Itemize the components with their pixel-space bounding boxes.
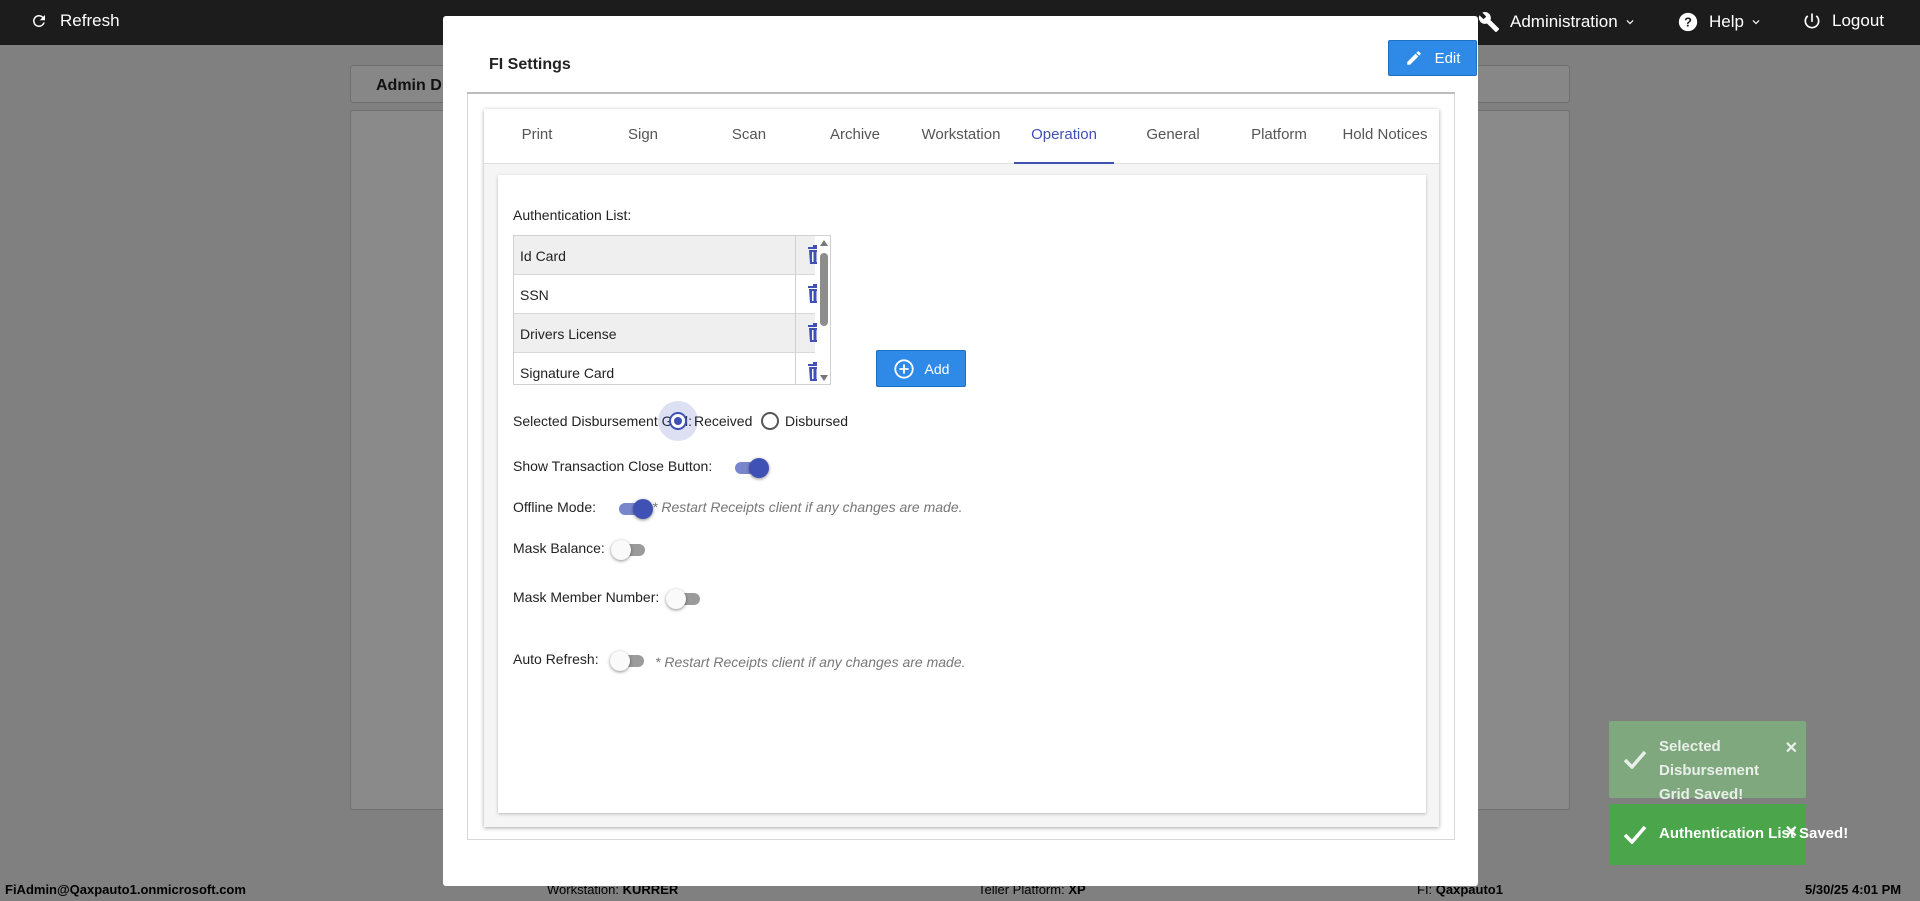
dialog-header: FI Settings Edit: [467, 40, 1477, 94]
tab-hold-notices[interactable]: Hold Notices: [1332, 109, 1438, 164]
tab-operation[interactable]: Operation: [1014, 109, 1114, 164]
chevron-down-icon: [1752, 20, 1760, 25]
toggle-knob: [749, 458, 769, 478]
mask-member-toggle[interactable]: [666, 587, 704, 609]
status-datetime: 5/30/25 4:01 PM: [1805, 882, 1902, 897]
power-icon: [1804, 13, 1820, 29]
svg-text:?: ?: [1684, 15, 1692, 30]
check-icon: [1623, 825, 1647, 844]
help-menu[interactable]: ? Help: [1677, 11, 1763, 33]
disbursement-saved-toast: Selected Disbursement Grid Saved! ✕: [1609, 721, 1806, 803]
help-label: Help: [1709, 12, 1744, 31]
close-button-label: Show Transaction Close Button:: [513, 458, 713, 474]
auth-item-name: Id Card: [520, 248, 566, 264]
settings-card: Print Sign Scan Archive Workstation Oper…: [484, 109, 1439, 827]
administration-label: Administration: [1510, 12, 1618, 31]
toggle-knob: [611, 540, 631, 560]
logout-button[interactable]: Logout: [1802, 11, 1884, 31]
tab-archive[interactable]: Archive: [802, 109, 908, 164]
list-item[interactable]: Drivers License: [514, 314, 822, 353]
refresh-label: Refresh: [60, 11, 120, 30]
close-icon[interactable]: ✕: [1785, 738, 1798, 758]
scrollbar-thumb[interactable]: [820, 253, 828, 326]
received-radio[interactable]: [669, 412, 687, 430]
disbursed-radio[interactable]: [761, 412, 779, 430]
scroll-down-arrow-icon[interactable]: [820, 375, 828, 381]
pencil-icon: [1406, 51, 1421, 65]
disbursed-label: Disbursed: [785, 413, 849, 429]
received-label: Received: [694, 413, 753, 429]
background-tab-label: Admin D: [376, 77, 442, 94]
add-label: Add: [924, 360, 950, 377]
edit-button[interactable]: Edit: [1388, 40, 1477, 76]
auth-list-saved-toast: Authentication List Saved! ✕: [1609, 804, 1849, 865]
list-item[interactable]: SSN: [514, 275, 822, 314]
auth-list-label: Authentication List:: [513, 207, 632, 223]
chevron-down-icon: [1626, 20, 1634, 25]
auth-item-name: Drivers License: [520, 326, 617, 342]
wrench-icon: [1478, 12, 1500, 33]
toggle-knob: [633, 499, 653, 519]
fi-settings-dialog: FI Settings Edit Print Sign Scan Archive…: [443, 16, 1478, 886]
mask-balance-toggle[interactable]: [611, 538, 649, 560]
add-button[interactable]: Add: [876, 350, 966, 387]
operation-tab-content: Authentication List: Id Card SSN Drivers…: [498, 175, 1426, 813]
auth-item-name: Signature Card: [520, 365, 615, 381]
scroll-up-arrow-icon[interactable]: [820, 240, 828, 246]
settings-panel: Print Sign Scan Archive Workstation Oper…: [467, 94, 1455, 840]
refresh-button[interactable]: Refresh: [30, 11, 120, 31]
authentication-list: Id Card SSN Drivers License Signature Ca…: [513, 235, 831, 385]
auto-refresh-label: Auto Refresh:: [513, 651, 599, 667]
close-button-toggle[interactable]: [733, 456, 771, 478]
offline-mode-label: Offline Mode:: [513, 499, 597, 515]
mask-member-label: Mask Member Number:: [513, 589, 660, 605]
dialog-title: FI Settings: [489, 56, 571, 73]
toggle-knob: [666, 589, 686, 609]
administration-menu[interactable]: Administration: [1478, 11, 1637, 33]
list-scrollbar[interactable]: [817, 236, 830, 384]
auth-item-name: SSN: [520, 287, 549, 303]
divider: [795, 236, 796, 275]
divider: [795, 314, 796, 353]
tab-workstation[interactable]: Workstation: [908, 109, 1014, 164]
toggle-knob: [610, 651, 630, 671]
tab-platform[interactable]: Platform: [1226, 109, 1332, 164]
check-icon: [1623, 750, 1647, 769]
list-item[interactable]: Signature Card: [514, 353, 822, 384]
plus-circle-icon: [893, 358, 914, 379]
help-icon: ?: [1678, 12, 1698, 32]
offline-mode-toggle[interactable]: [617, 497, 655, 519]
refresh-icon: [32, 14, 45, 27]
tab-scan[interactable]: Scan: [696, 109, 802, 164]
toast-message: Selected Disbursement Grid Saved!: [1659, 738, 1760, 803]
edit-label: Edit: [1434, 49, 1461, 67]
settings-tabs: Print Sign Scan Archive Workstation Oper…: [484, 109, 1439, 164]
list-item[interactable]: Id Card: [514, 236, 822, 275]
tab-general[interactable]: General: [1120, 109, 1226, 164]
mask-balance-label: Mask Balance:: [513, 540, 605, 556]
divider: [795, 353, 796, 384]
auto-refresh-restart-note: * Restart Receipts client if any changes…: [655, 654, 966, 670]
status-user: FiAdmin@Qaxpauto1.onmicrosoft.com: [5, 882, 246, 897]
logout-label: Logout: [1832, 11, 1884, 30]
close-icon[interactable]: ✕: [1785, 822, 1798, 842]
offline-restart-note: * Restart Receipts client if any changes…: [652, 499, 963, 515]
tab-sign[interactable]: Sign: [590, 109, 696, 164]
divider: [795, 275, 796, 314]
auto-refresh-toggle[interactable]: [610, 649, 648, 671]
toast-message: Authentication List Saved!: [1659, 825, 1849, 842]
tab-print[interactable]: Print: [484, 109, 590, 164]
